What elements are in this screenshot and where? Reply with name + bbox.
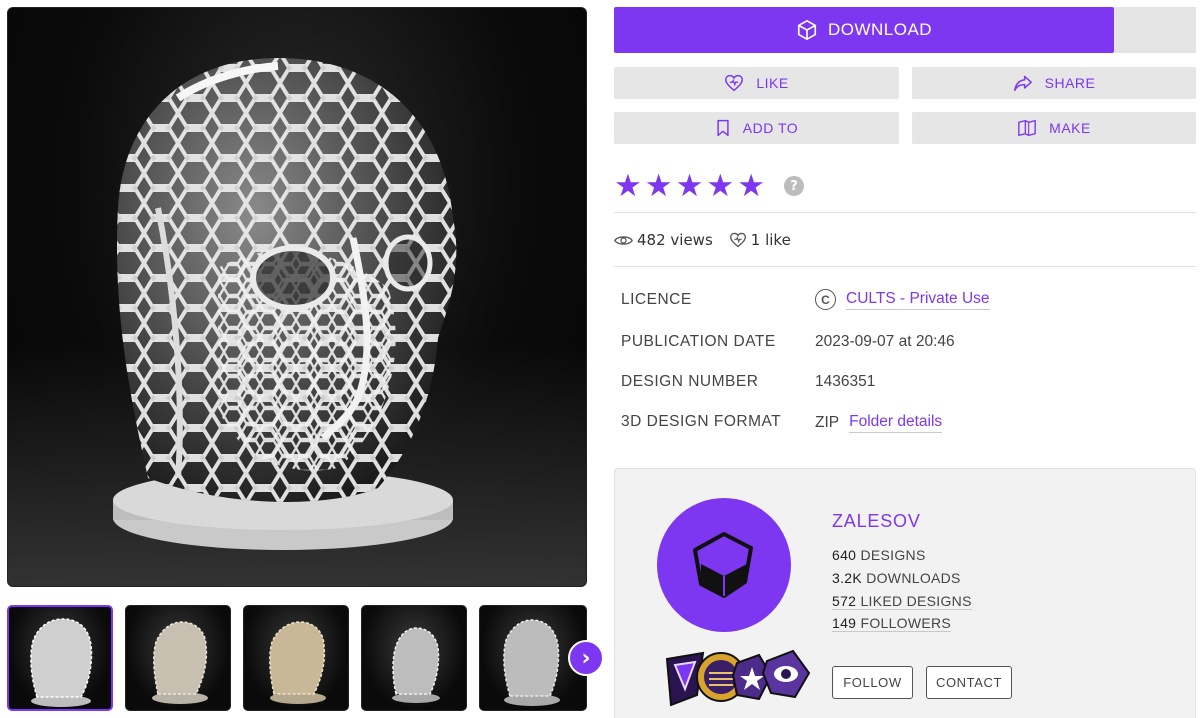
designs-stat: 640 DESIGNS xyxy=(832,547,926,563)
followers-label: FOLLOWERS xyxy=(860,615,952,631)
views-label: 482 views xyxy=(637,231,713,249)
heart-icon xyxy=(729,232,746,248)
followers-count: 149 xyxy=(832,615,857,631)
stats-row: 482 views 1 like xyxy=(614,228,807,252)
help-icon[interactable]: ? xyxy=(783,176,804,196)
views-count: 482 views xyxy=(614,231,713,249)
follow-button[interactable]: FOLLOW xyxy=(832,666,913,699)
share-label: SHARE xyxy=(1044,75,1096,91)
publication-date-label: PUBLICATION DATE xyxy=(621,333,776,350)
make-button[interactable]: MAKE xyxy=(912,112,1196,144)
liked-count: 572 xyxy=(832,593,857,609)
bookmark-icon xyxy=(717,119,729,137)
liked-label: LIKED DESIGNS xyxy=(860,593,972,609)
add-to-button[interactable]: ADD TO xyxy=(614,112,899,144)
downloads-stat: 3.2K DOWNLOADS xyxy=(832,570,961,586)
eye-badge-icon xyxy=(761,649,811,699)
thumbnail[interactable] xyxy=(125,605,231,711)
like-label: LIKE xyxy=(756,75,789,91)
download-button[interactable]: DOWNLOAD xyxy=(614,7,1114,53)
star-icon[interactable]: ★ xyxy=(614,170,642,202)
add-to-label: ADD TO xyxy=(742,120,799,136)
publication-date-value: 2023-09-07 at 20:46 xyxy=(815,333,955,350)
likes-label: 1 like xyxy=(750,231,791,249)
heart-icon xyxy=(725,74,744,92)
star-icon[interactable]: ★ xyxy=(676,170,704,202)
followers-stat[interactable]: 149 FOLLOWERS xyxy=(832,615,952,632)
download-extra-button[interactable] xyxy=(1114,7,1196,53)
licence-label: LICENCE xyxy=(621,291,692,308)
design-format-value: ZIP Folder details xyxy=(815,413,943,433)
box-icon xyxy=(797,20,817,40)
eye-icon xyxy=(614,235,633,245)
star-icon[interactable]: ★ xyxy=(645,170,673,202)
designs-label: DESIGNS xyxy=(860,547,926,563)
share-arrow-icon xyxy=(1013,75,1032,92)
next-thumbnails-button[interactable]: › xyxy=(568,640,604,676)
like-button[interactable]: LIKE xyxy=(614,67,899,99)
format-text: ZIP xyxy=(815,414,840,431)
thumbnail[interactable] xyxy=(7,605,113,711)
design-number-label: DESIGN NUMBER xyxy=(621,373,759,390)
thumbnail[interactable] xyxy=(243,605,349,711)
thumbnail-head-image xyxy=(152,621,208,704)
thumbnail-head-image xyxy=(269,621,326,704)
likes-count: 1 like xyxy=(729,231,791,249)
share-button[interactable]: SHARE xyxy=(912,67,1196,99)
creator-name[interactable]: ZALESOV xyxy=(832,511,921,532)
contact-button[interactable]: CONTACT xyxy=(926,666,1012,699)
thumbnail-head-image xyxy=(392,627,440,703)
chevron-right-icon: › xyxy=(581,645,591,671)
creator-card: ZALESOV 640 DESIGNS 3.2K DOWNLOADS 572 L… xyxy=(614,468,1196,718)
star-icon[interactable]: ★ xyxy=(706,170,734,202)
creator-avatar[interactable] xyxy=(657,498,791,632)
divider xyxy=(614,212,1196,213)
copyright-icon: C xyxy=(815,289,836,310)
cube-logo-icon xyxy=(693,532,753,598)
open-book-icon xyxy=(1018,119,1037,137)
thumbnail-head-image xyxy=(30,618,93,707)
make-label: MAKE xyxy=(1049,120,1091,136)
main-product-image[interactable] xyxy=(7,7,587,587)
thumbnail[interactable] xyxy=(361,605,467,711)
folder-details-link[interactable]: Folder details xyxy=(849,413,943,433)
thumbnail-strip: › xyxy=(7,605,604,711)
downloads-count: 3.2K xyxy=(832,570,862,586)
voronoi-head-render xyxy=(113,58,457,550)
creator-badges xyxy=(665,649,811,707)
downloads-label: DOWNLOADS xyxy=(866,570,961,586)
licence-value: C CULTS - Private Use xyxy=(815,289,990,310)
star-icon[interactable]: ★ xyxy=(737,170,765,202)
design-format-label: 3D DESIGN FORMAT xyxy=(621,413,782,430)
designs-count: 640 xyxy=(832,547,857,563)
rating-stars[interactable]: ★ ★ ★ ★ ★ ? xyxy=(614,168,804,204)
liked-designs-stat[interactable]: 572 LIKED DESIGNS xyxy=(832,593,972,610)
divider xyxy=(614,266,1196,267)
design-number-value: 1436351 xyxy=(815,373,876,390)
download-label: DOWNLOAD xyxy=(827,20,933,39)
licence-link[interactable]: CULTS - Private Use xyxy=(846,290,990,310)
